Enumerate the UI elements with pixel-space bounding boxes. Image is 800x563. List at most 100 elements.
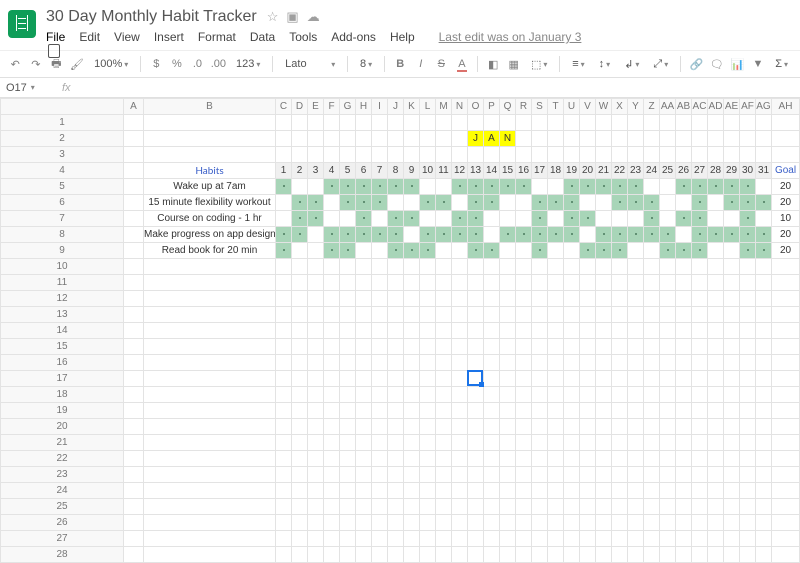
cell[interactable]: Read book for 20 min — [144, 243, 276, 259]
cell[interactable] — [516, 451, 532, 467]
cell[interactable] — [612, 547, 628, 563]
col-header[interactable]: H — [356, 99, 372, 115]
cell[interactable] — [144, 419, 276, 435]
cell[interactable] — [724, 419, 740, 435]
cell[interactable] — [660, 339, 676, 355]
cell[interactable] — [484, 403, 500, 419]
cell[interactable] — [596, 227, 612, 243]
cell[interactable] — [420, 243, 436, 259]
cell[interactable] — [388, 211, 404, 227]
cell[interactable] — [292, 467, 308, 483]
cell[interactable] — [580, 355, 596, 371]
cell[interactable] — [708, 451, 724, 467]
cell[interactable] — [388, 531, 404, 547]
cell[interactable] — [756, 371, 772, 387]
cell[interactable] — [756, 131, 772, 147]
cell[interactable] — [340, 323, 356, 339]
cell[interactable] — [292, 531, 308, 547]
cell[interactable] — [644, 499, 660, 515]
cell[interactable] — [548, 131, 564, 147]
cell[interactable] — [404, 467, 420, 483]
cell[interactable] — [324, 307, 340, 323]
cell[interactable]: 28 — [708, 163, 724, 179]
cell[interactable] — [420, 467, 436, 483]
cell[interactable] — [596, 435, 612, 451]
cell[interactable] — [724, 467, 740, 483]
cell[interactable] — [468, 547, 484, 563]
cell[interactable] — [708, 115, 724, 131]
cell[interactable] — [372, 531, 388, 547]
cell[interactable] — [292, 387, 308, 403]
cell[interactable] — [516, 291, 532, 307]
redo-button[interactable]: ↷ — [29, 58, 44, 71]
number-format-select[interactable]: 123▾ — [232, 58, 264, 70]
cell[interactable] — [388, 515, 404, 531]
cell[interactable] — [484, 227, 500, 243]
cell[interactable] — [356, 531, 372, 547]
col-header[interactable]: AH — [772, 99, 800, 115]
cell[interactable] — [356, 547, 372, 563]
cell[interactable] — [436, 403, 452, 419]
cell[interactable] — [324, 323, 340, 339]
cell[interactable] — [388, 483, 404, 499]
cell[interactable] — [708, 483, 724, 499]
cell[interactable] — [708, 515, 724, 531]
cell[interactable]: 10 — [420, 163, 436, 179]
cell[interactable] — [660, 147, 676, 163]
cell[interactable] — [484, 179, 500, 195]
cell[interactable] — [388, 291, 404, 307]
cell[interactable] — [580, 483, 596, 499]
cell[interactable] — [612, 227, 628, 243]
cell[interactable] — [372, 291, 388, 307]
cell[interactable] — [484, 307, 500, 323]
cell[interactable] — [516, 419, 532, 435]
cell[interactable] — [740, 275, 756, 291]
cell[interactable] — [500, 211, 516, 227]
cell[interactable] — [708, 227, 724, 243]
cell[interactable] — [308, 115, 324, 131]
row-header[interactable]: 16 — [1, 355, 124, 371]
cell[interactable] — [452, 467, 468, 483]
col-header[interactable]: Q — [500, 99, 516, 115]
cell[interactable] — [292, 499, 308, 515]
cell[interactable] — [724, 323, 740, 339]
cell[interactable] — [580, 419, 596, 435]
cell[interactable]: 17 — [532, 163, 548, 179]
cell[interactable] — [308, 483, 324, 499]
cell[interactable] — [144, 339, 276, 355]
cell[interactable] — [532, 435, 548, 451]
cell[interactable] — [660, 227, 676, 243]
cell[interactable] — [356, 467, 372, 483]
cell[interactable] — [628, 435, 644, 451]
cell[interactable] — [144, 323, 276, 339]
cell[interactable] — [548, 243, 564, 259]
cell[interactable] — [308, 451, 324, 467]
cell[interactable] — [660, 195, 676, 211]
cell[interactable] — [420, 483, 436, 499]
cell[interactable] — [676, 451, 692, 467]
cell[interactable] — [292, 339, 308, 355]
cell[interactable] — [500, 323, 516, 339]
cell[interactable] — [324, 243, 340, 259]
cell[interactable] — [612, 179, 628, 195]
cell[interactable] — [388, 323, 404, 339]
cell[interactable] — [596, 483, 612, 499]
cell[interactable] — [580, 291, 596, 307]
cell[interactable] — [388, 339, 404, 355]
cell[interactable] — [356, 195, 372, 211]
cell[interactable] — [124, 131, 144, 147]
row-header[interactable]: 24 — [1, 483, 124, 499]
cell[interactable] — [692, 227, 708, 243]
cell[interactable] — [404, 355, 420, 371]
cell[interactable] — [372, 147, 388, 163]
cell[interactable] — [500, 499, 516, 515]
cell[interactable] — [308, 211, 324, 227]
cell[interactable] — [548, 355, 564, 371]
cell[interactable] — [500, 259, 516, 275]
cell[interactable] — [772, 387, 800, 403]
cell[interactable] — [420, 355, 436, 371]
cell[interactable]: 9 — [404, 163, 420, 179]
cell[interactable] — [708, 211, 724, 227]
cell[interactable] — [532, 291, 548, 307]
cell[interactable] — [340, 275, 356, 291]
